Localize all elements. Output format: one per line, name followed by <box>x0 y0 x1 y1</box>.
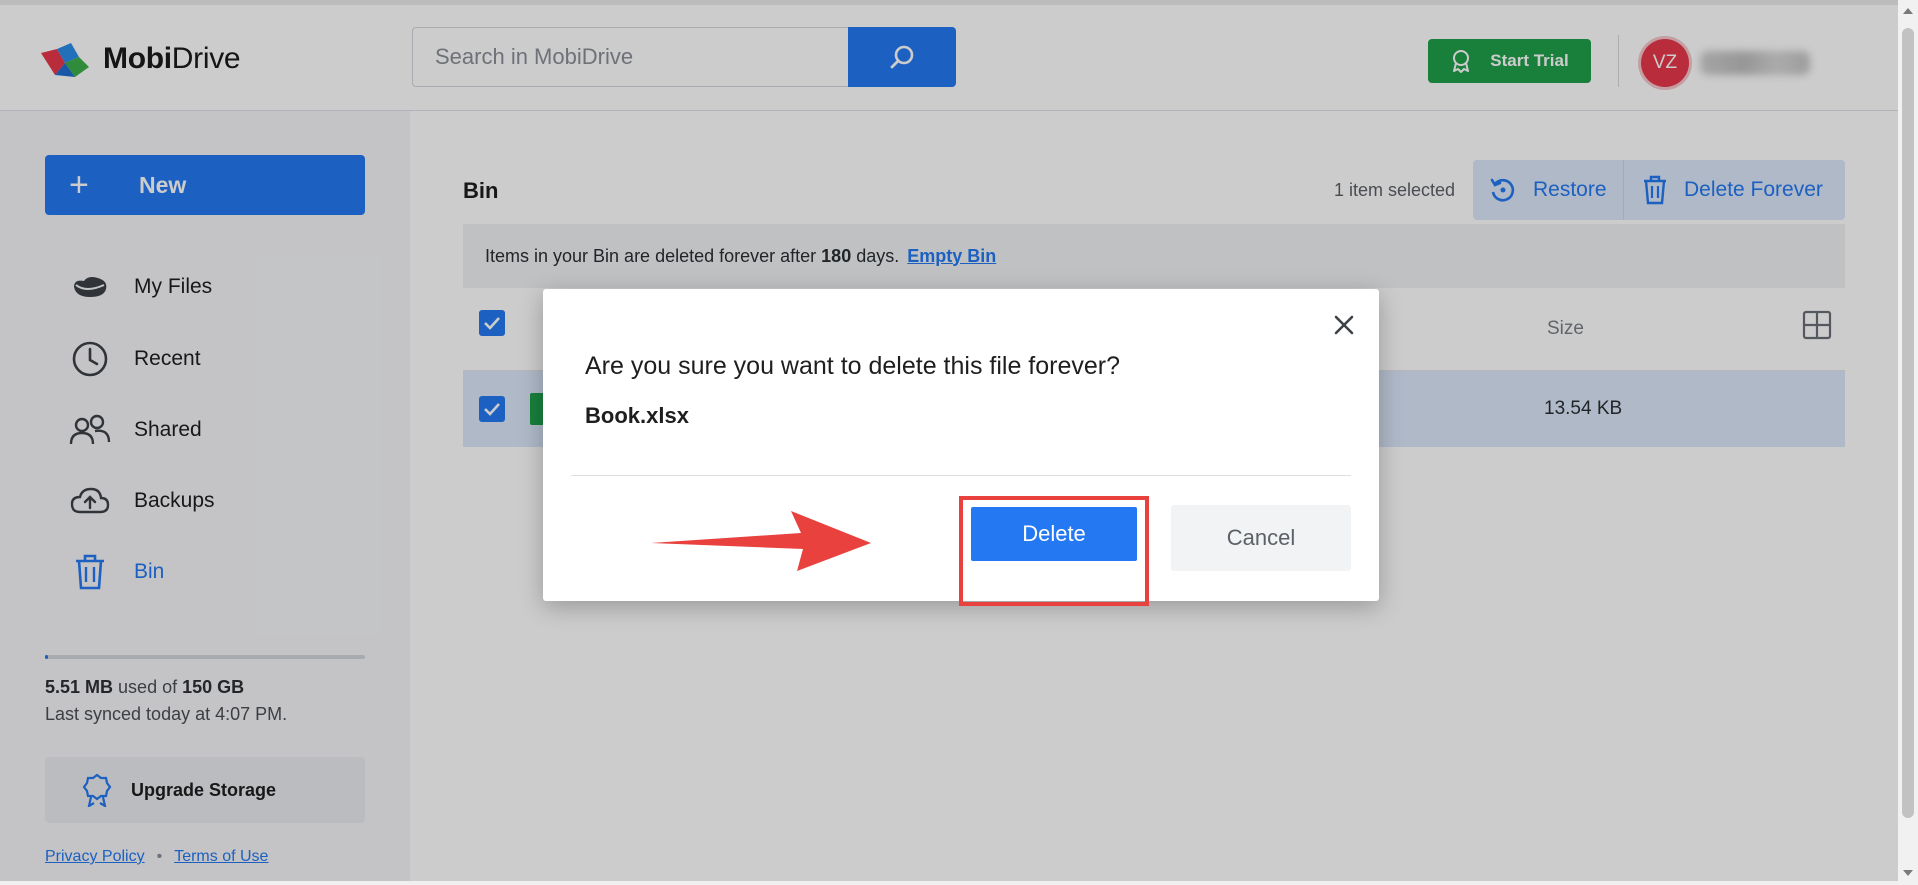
close-button[interactable] <box>1329 310 1359 340</box>
dialog-divider <box>571 475 1351 476</box>
scroll-up-arrow-icon[interactable] <box>1903 8 1913 14</box>
annotation-arrow-icon <box>651 509 871 571</box>
dialog-file-name: Book.xlsx <box>585 403 689 428</box>
scrollbar-thumb[interactable] <box>1902 28 1914 818</box>
delete-button-wrap: Delete <box>971 507 1137 595</box>
bottom-border <box>0 881 1898 885</box>
dialog-question: Are you sure you want to delete this fil… <box>585 352 1121 380</box>
cancel-button[interactable]: Cancel <box>1171 505 1351 571</box>
scrollbar[interactable] <box>1898 0 1918 885</box>
delete-button[interactable]: Delete <box>971 507 1137 561</box>
scroll-down-arrow-icon[interactable] <box>1903 870 1913 876</box>
close-icon <box>1334 315 1354 335</box>
delete-confirm-dialog: Are you sure you want to delete this fil… <box>543 289 1379 606</box>
